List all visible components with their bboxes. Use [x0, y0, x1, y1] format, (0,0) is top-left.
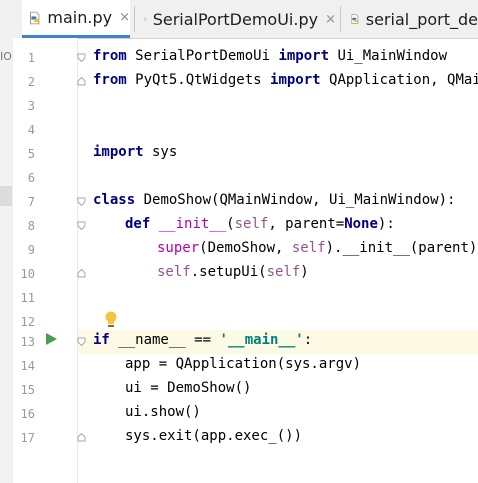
fold-icon[interactable] [77, 269, 86, 278]
code-text: ui.show() [125, 404, 201, 420]
code-line-15: ui = DemoShow() [93, 376, 478, 400]
code-text: , parent= [268, 216, 345, 232]
code-line-5: import sys [93, 140, 478, 164]
code-text: QApplication, QMainW [329, 72, 478, 88]
code-text: __name__ == [109, 332, 220, 348]
code-text: sys.exit(app.exec_()) [125, 428, 303, 444]
fold-icon[interactable] [77, 433, 86, 442]
code-text: : [303, 332, 313, 348]
tab-separator [134, 6, 135, 32]
line-number: 2 [27, 75, 35, 89]
code-text: app = QApplication(sys.argv) [125, 356, 362, 372]
left-strip-marker[interactable] [0, 186, 12, 206]
tab-serial-port-de[interactable]: serial_port_de [346, 0, 478, 38]
builtin: super [157, 240, 200, 256]
line-number: 9 [27, 243, 35, 257]
code-text: SerialPortDemoUi [126, 48, 279, 64]
line-number: 3 [27, 99, 35, 113]
code-line-7: class DemoShow(QMainWindow, Ui_MainWindo… [93, 188, 478, 212]
left-tool-strip: IO [0, 38, 14, 483]
line-number: 6 [27, 171, 35, 185]
tab-main-py[interactable]: main.py × [22, 0, 130, 38]
line-number: 1 [27, 51, 35, 65]
code-line-1: from SerialPortDemoUi import Ui_MainWind… [93, 44, 478, 68]
fold-icon[interactable] [77, 197, 86, 206]
fold-icon[interactable] [77, 337, 86, 346]
keyword: None [344, 216, 378, 232]
code-line-16: ui.show() [93, 400, 478, 424]
keyword: from [93, 72, 127, 88]
fold-icon[interactable] [77, 53, 86, 62]
line-number: 10 [20, 267, 35, 281]
code-line-13: if __name__ == '__main__': [93, 328, 478, 352]
line-number: 13 [20, 335, 35, 349]
code-text: DemoShow(QMainWindow, Ui_MainWindow): [135, 192, 456, 208]
code-line-14: app = QApplication(sys.argv) [93, 352, 478, 376]
code-text: (DemoShow, [199, 240, 292, 256]
keyword: if [93, 332, 110, 348]
keyword: class [93, 192, 136, 208]
gutter-divider [77, 38, 78, 483]
tab-separator [340, 6, 341, 32]
self-keyword: self [157, 264, 191, 280]
python-file-icon [30, 11, 40, 24]
code-text: Ui_MainWindow [329, 48, 448, 64]
python-file-icon [144, 17, 147, 21]
keyword: import [278, 48, 330, 64]
code-text: PyQt5.QtWidgets [126, 72, 271, 88]
code-line-9: super(DemoShow, self).__init__(parent) [93, 236, 478, 260]
code-text: ).__init__(parent) [325, 240, 478, 256]
line-number: 4 [27, 123, 35, 137]
line-number: 5 [27, 147, 35, 161]
code-area[interactable]: from SerialPortDemoUi import Ui_MainWind… [93, 44, 478, 448]
code-text: ) [300, 264, 309, 280]
magic-method: __init__ [158, 216, 227, 232]
self-keyword: self [291, 240, 326, 256]
string-literal: '__main__' [219, 332, 304, 348]
tab-label: main.py [47, 8, 113, 27]
self-keyword: self [234, 216, 269, 232]
code-text: .setupUi( [190, 264, 267, 280]
fold-icon[interactable] [77, 221, 86, 230]
close-icon[interactable]: × [119, 10, 130, 25]
code-line-2: from PyQt5.QtWidgets import QApplication… [93, 68, 478, 92]
code-text: ( [226, 216, 235, 232]
line-number: 11 [20, 291, 35, 305]
tab-label: serial_port_de [365, 9, 478, 29]
code-line-10: self.setupUi(self) [93, 260, 478, 284]
line-number: 15 [20, 383, 35, 397]
line-number: 17 [20, 431, 35, 445]
tab-label: SerialPortDemoUi.py [152, 9, 319, 29]
code-line-8: def __init__(self, parent=None): [93, 212, 478, 236]
line-number: 14 [20, 359, 35, 373]
code-text: sys [143, 144, 178, 160]
line-number: 8 [27, 219, 35, 233]
keyword: def [125, 216, 151, 232]
keyword: import [93, 144, 144, 160]
editor-tab-bar: main.py × SerialPortDemoUi.py × serial_p… [0, 0, 478, 39]
self-keyword: self [266, 264, 301, 280]
line-number: 7 [27, 195, 35, 209]
keyword: from [93, 48, 127, 64]
code-text: ui = DemoShow() [125, 380, 252, 396]
python-file-icon [351, 14, 359, 24]
close-icon[interactable]: × [325, 12, 336, 27]
fold-icon[interactable] [77, 77, 86, 86]
keyword: import [270, 72, 321, 88]
run-icon[interactable] [46, 333, 57, 345]
code-text: ): [377, 216, 395, 232]
tab-serialportdemoui-py[interactable]: SerialPortDemoUi.py × [140, 0, 336, 38]
code-line-17: sys.exit(app.exec_()) [93, 424, 478, 448]
line-number: 16 [20, 407, 35, 421]
left-strip-label: IO [0, 50, 12, 63]
